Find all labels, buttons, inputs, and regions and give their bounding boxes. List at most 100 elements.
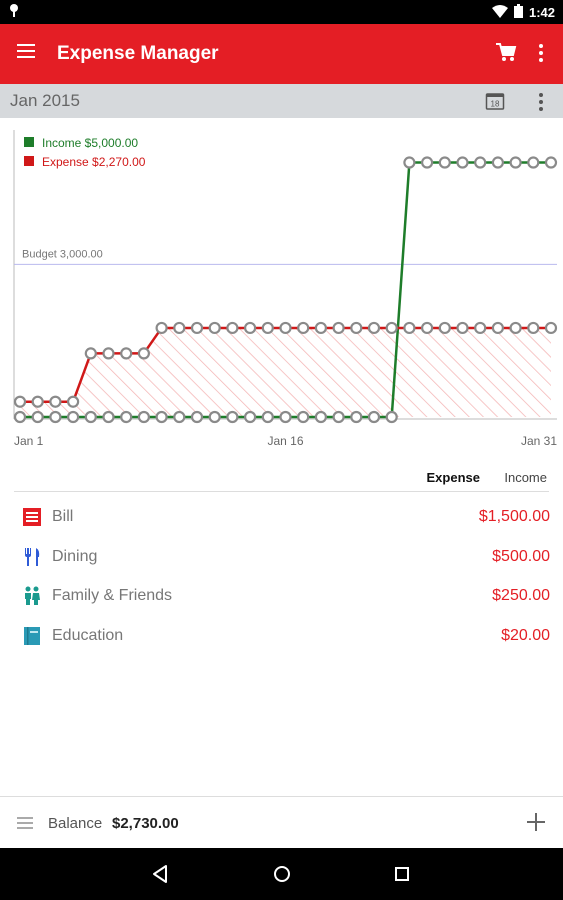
data-point xyxy=(509,156,522,169)
data-point xyxy=(421,321,434,335)
data-point xyxy=(173,321,186,335)
data-point xyxy=(367,410,381,424)
calendar-icon[interactable]: 18 xyxy=(485,91,505,111)
data-point xyxy=(155,321,168,335)
data-point xyxy=(385,321,398,335)
data-point xyxy=(102,347,115,360)
month-label: Jan 2015 xyxy=(10,91,80,110)
expense-chart: Budget 3,000.00 Income $5,000.00 Expense $… xyxy=(0,118,563,458)
category-name: Bill xyxy=(52,508,74,525)
data-point xyxy=(297,321,310,335)
data-point xyxy=(120,410,133,424)
calendar-day: 18 xyxy=(491,100,500,109)
drawer-handle-icon[interactable] xyxy=(17,817,33,832)
budget-label: Budget 3,000.00 xyxy=(22,248,103,260)
data-point xyxy=(350,321,363,335)
data-point xyxy=(66,410,80,424)
balance-bar: Balance $2,730.00 xyxy=(0,796,563,848)
data-point xyxy=(13,410,27,424)
data-point xyxy=(474,156,487,169)
data-point xyxy=(261,410,274,424)
month-bar: Jan 2015 18 xyxy=(0,84,563,118)
back-icon[interactable] xyxy=(148,862,172,886)
category-name: Dining xyxy=(52,547,98,565)
data-point xyxy=(173,410,186,424)
tab-income[interactable]: Income xyxy=(504,470,547,485)
legend-label: Income $5,000.00 xyxy=(42,136,138,150)
data-point xyxy=(544,156,558,169)
data-point xyxy=(244,321,257,335)
data-point xyxy=(31,395,44,408)
bill-icon xyxy=(22,507,42,527)
data-point xyxy=(527,156,540,169)
data-point xyxy=(137,347,150,360)
data-point xyxy=(332,410,345,424)
x-tick-label: Jan 31 xyxy=(521,434,557,448)
data-point xyxy=(279,321,292,335)
data-point xyxy=(49,410,62,424)
category-row-family-friends[interactable]: Family & Friends $250.00 xyxy=(0,577,563,617)
data-point xyxy=(226,321,239,335)
data-point xyxy=(491,156,504,169)
data-point xyxy=(208,321,221,335)
tab-divider xyxy=(14,491,549,492)
data-point xyxy=(421,156,434,169)
battery-icon xyxy=(513,4,523,21)
data-point xyxy=(49,395,62,408)
data-point xyxy=(403,156,416,169)
app-title: Expense Manager xyxy=(57,43,219,64)
overflow-menu-icon[interactable] xyxy=(533,41,549,65)
data-point xyxy=(314,410,327,424)
system-nav-bar xyxy=(0,848,563,900)
home-icon[interactable] xyxy=(270,862,294,886)
data-point xyxy=(84,347,97,360)
data-point xyxy=(438,156,451,169)
status-time: 1:42 xyxy=(528,5,555,20)
data-point xyxy=(474,321,487,335)
data-point xyxy=(261,321,274,335)
category-amount: $250.00 xyxy=(492,587,550,604)
data-point xyxy=(438,321,451,335)
category-row-bill[interactable]: Bill $1,500.00 xyxy=(0,498,563,538)
data-point xyxy=(332,321,345,335)
status-bar: 1:42 xyxy=(0,0,563,24)
data-point xyxy=(385,410,398,424)
data-point xyxy=(403,321,416,335)
legend-label: Expense $2,270.00 xyxy=(42,155,146,169)
data-point xyxy=(314,321,327,335)
menu-icon[interactable] xyxy=(14,40,42,68)
chart-svg: Budget 3,000.00 Income $5,000.00 Expense $… xyxy=(13,130,558,448)
recents-icon[interactable] xyxy=(390,862,414,886)
category-name: Family & Friends xyxy=(52,587,173,604)
legend-swatch xyxy=(24,137,34,147)
cart-icon[interactable] xyxy=(495,41,519,65)
category-list: Bill $1,500.00 Dining $500.00 Family & F… xyxy=(0,498,563,656)
data-point xyxy=(491,321,504,335)
data-point xyxy=(137,410,150,424)
category-row-education[interactable]: Education $20.00 xyxy=(0,617,563,657)
data-point xyxy=(31,410,44,424)
data-point xyxy=(527,321,540,335)
data-point xyxy=(66,395,80,408)
wifi-icon xyxy=(491,4,508,21)
data-point xyxy=(297,410,310,424)
data-point xyxy=(509,321,522,335)
category-row-dining[interactable]: Dining $500.00 xyxy=(0,538,563,578)
book-icon xyxy=(22,626,42,646)
family-icon xyxy=(22,586,42,606)
data-point xyxy=(350,410,363,424)
category-amount: $500.00 xyxy=(492,547,550,565)
data-point xyxy=(190,321,204,335)
tab-expense[interactable]: Expense xyxy=(427,470,480,485)
data-point xyxy=(544,321,558,335)
data-point xyxy=(367,321,381,335)
dining-icon xyxy=(22,547,42,567)
data-point xyxy=(84,410,97,424)
app-bar: Expense Manager xyxy=(0,24,563,84)
data-point xyxy=(190,410,204,424)
data-point xyxy=(13,395,27,408)
data-point xyxy=(155,410,168,424)
month-overflow-icon[interactable] xyxy=(536,90,546,112)
category-amount: $20.00 xyxy=(501,626,550,644)
add-icon[interactable] xyxy=(525,811,547,833)
